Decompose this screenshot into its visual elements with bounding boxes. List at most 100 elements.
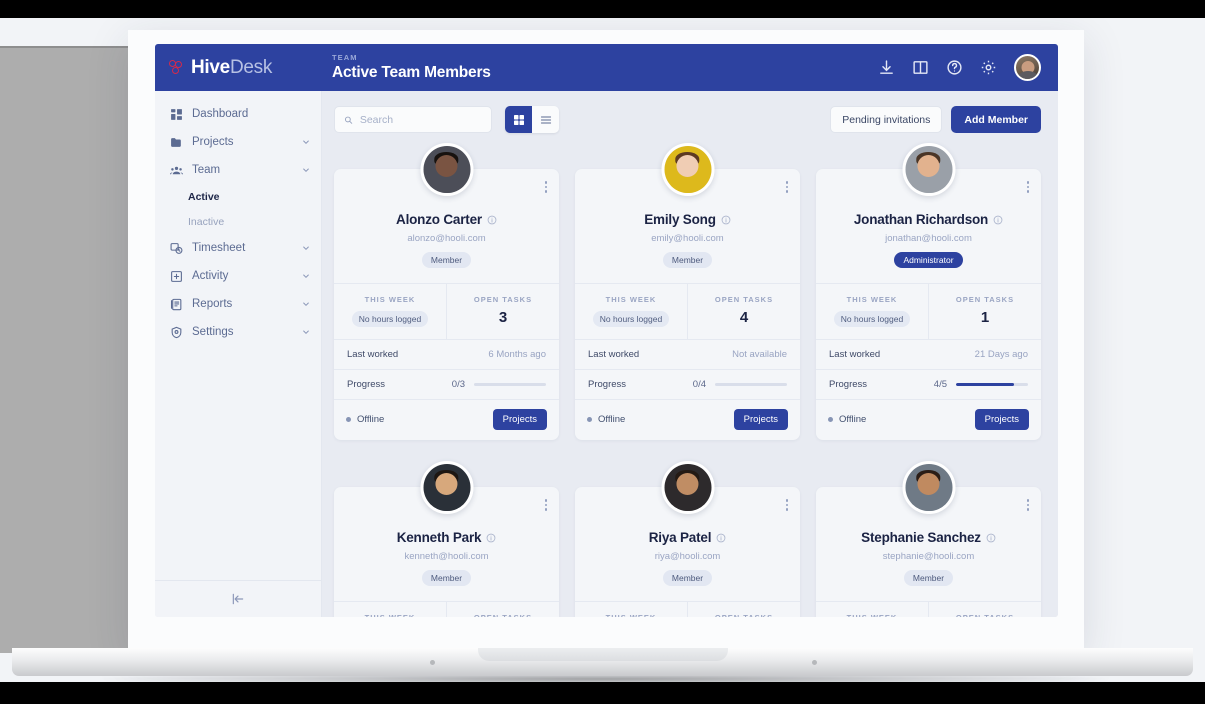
bee-hexagon-logo-icon — [169, 59, 186, 76]
last-worked-row: Last worked 6 Months ago — [334, 339, 559, 369]
more-options-icon[interactable] — [544, 181, 547, 193]
laptop-base-dot — [812, 660, 817, 665]
sidebar-item-label: Settings — [192, 326, 234, 338]
book-icon[interactable] — [912, 59, 929, 76]
chevron-down-icon — [302, 166, 310, 174]
add-member-button[interactable]: Add Member — [951, 106, 1041, 133]
letterbox-top — [0, 0, 1205, 18]
member-email: stephanie@hooli.com — [882, 551, 975, 562]
backdrop-grey-panel — [0, 48, 128, 653]
content-toolbar: Pending invitations Add Member — [322, 91, 1058, 133]
search-box[interactable] — [334, 106, 492, 133]
sidebar-subitem-inactive[interactable]: Inactive — [155, 209, 321, 234]
member-avatar — [902, 461, 955, 514]
toolbar-right-actions: Pending invitations Add Member — [830, 106, 1041, 133]
info-icon[interactable] — [721, 215, 731, 225]
member-name-text: Stephanie Sanchez — [861, 530, 981, 545]
member-stats: THIS WEEK No hours logged OPEN TASKS 4 — [575, 283, 800, 339]
more-options-icon[interactable] — [1026, 499, 1029, 511]
last-worked-row: Last worked Not available — [575, 339, 800, 369]
last-worked-row: Last worked 21 Days ago — [816, 339, 1041, 369]
hours-logged-pill: No hours logged — [833, 311, 911, 327]
member-card[interactable]: Kenneth Park kenneth@hooli.com Member TH… — [334, 461, 559, 617]
progress-value: 0/3 — [451, 379, 465, 390]
stat-open-tasks: OPEN TASKS 3 — [928, 602, 1041, 617]
more-options-icon[interactable] — [1026, 181, 1029, 193]
help-circle-icon[interactable] — [946, 59, 963, 76]
sidebar-subitem-active[interactable]: Active — [155, 184, 321, 209]
sidebar-item-label: Dashboard — [192, 108, 249, 120]
member-email: emily@hooli.com — [651, 233, 724, 244]
more-options-icon[interactable] — [544, 499, 547, 511]
presence-status: Offline — [828, 414, 866, 425]
status-text: Offline — [598, 414, 626, 425]
gear-icon[interactable] — [980, 59, 997, 76]
open-tasks-value: 3 — [498, 309, 508, 326]
last-worked-value: Not available — [732, 349, 787, 360]
sidebar-item-timesheet[interactable]: Timesheet — [155, 234, 321, 262]
sidebar-item-dashboard[interactable]: Dashboard — [155, 100, 321, 128]
download-icon[interactable] — [878, 59, 895, 76]
stat-label: THIS WEEK — [846, 295, 898, 304]
header-actions — [878, 54, 1058, 81]
stat-label: THIS WEEK — [580, 613, 682, 617]
list-view-icon[interactable] — [532, 106, 559, 133]
member-name: Riya Patel — [575, 530, 800, 545]
brand-name-bold: Hive — [191, 56, 230, 78]
info-icon[interactable] — [487, 215, 497, 225]
sidebar-item-reports[interactable]: Reports — [155, 290, 321, 318]
sidebar-item-activity[interactable]: Activity — [155, 262, 321, 290]
stat-label: OPEN TASKS — [955, 295, 1015, 304]
stat-this-week: THIS WEEK No hours logged — [575, 284, 687, 339]
sidebar-item-label: Timesheet — [192, 242, 246, 254]
projects-button[interactable]: Projects — [974, 409, 1029, 430]
member-card-footer: Offline Projects — [575, 399, 800, 440]
progress-bar — [715, 383, 787, 386]
info-icon[interactable] — [486, 533, 496, 543]
sidebar-nav: Dashboard Projects Team Active Inactive … — [155, 91, 321, 580]
member-card[interactable]: Emily Song emily@hooli.com Member THIS W… — [575, 143, 800, 440]
pending-invitations-button[interactable]: Pending invitations — [830, 106, 943, 133]
member-card[interactable]: Alonzo Carter alonzo@hooli.com Member TH… — [334, 143, 559, 440]
stat-label: OPEN TASKS — [473, 295, 533, 304]
stat-label: THIS WEEK — [339, 613, 441, 617]
status-badge: Member — [421, 570, 472, 586]
dashboard-icon — [170, 108, 183, 121]
info-icon[interactable] — [993, 215, 1003, 225]
sidebar-item-settings[interactable]: Settings — [155, 318, 321, 346]
stat-open-tasks: OPEN TASKS 3 — [446, 284, 559, 339]
info-icon[interactable] — [986, 533, 996, 543]
member-name: Kenneth Park — [334, 530, 559, 545]
grid-view-icon[interactable] — [505, 106, 532, 133]
open-tasks-value: 1 — [980, 309, 990, 326]
more-options-icon[interactable] — [785, 499, 788, 511]
collapse-sidebar-icon[interactable] — [231, 592, 245, 606]
member-card-grid: Alonzo Carter alonzo@hooli.com Member TH… — [322, 133, 1058, 617]
member-email: riya@hooli.com — [654, 551, 721, 562]
progress-label: Progress — [347, 379, 386, 390]
projects-button[interactable]: Projects — [733, 409, 788, 430]
brand-logo[interactable]: HiveDesk — [155, 57, 322, 79]
member-card[interactable]: Riya Patel riya@hooli.com Member THIS WE… — [575, 461, 800, 617]
projects-button[interactable]: Projects — [492, 409, 547, 430]
main-content: Pending invitations Add Member Alonzo Ca… — [322, 91, 1058, 617]
stat-label: THIS WEEK — [364, 295, 416, 304]
sidebar-item-label: Activity — [192, 270, 229, 282]
search-input[interactable] — [359, 113, 482, 126]
stat-open-tasks: OPEN TASKS 2 — [446, 602, 559, 617]
stat-this-week: THIS WEEK No hours logged — [816, 602, 928, 617]
member-name: Jonathan Richardson — [816, 212, 1041, 227]
member-card[interactable]: Stephanie Sanchez stephanie@hooli.com Me… — [816, 461, 1041, 617]
status-text: Offline — [839, 414, 867, 425]
info-icon[interactable] — [716, 533, 726, 543]
last-worked-label: Last worked — [588, 349, 640, 360]
presence-status: Offline — [587, 414, 625, 425]
sidebar-item-team[interactable]: Team — [155, 156, 321, 184]
member-card[interactable]: Jonathan Richardson jonathan@hooli.com A… — [816, 143, 1041, 440]
user-avatar[interactable] — [1014, 54, 1041, 81]
sidebar-item-projects[interactable]: Projects — [155, 128, 321, 156]
hivedesk-app-window: HiveDesk TEAM Active Team Members Dashbo… — [155, 44, 1058, 617]
more-options-icon[interactable] — [785, 181, 788, 193]
member-stats: THIS WEEK No hours logged OPEN TASKS 1 — [816, 283, 1041, 339]
page-title: Active Team Members — [332, 64, 491, 81]
